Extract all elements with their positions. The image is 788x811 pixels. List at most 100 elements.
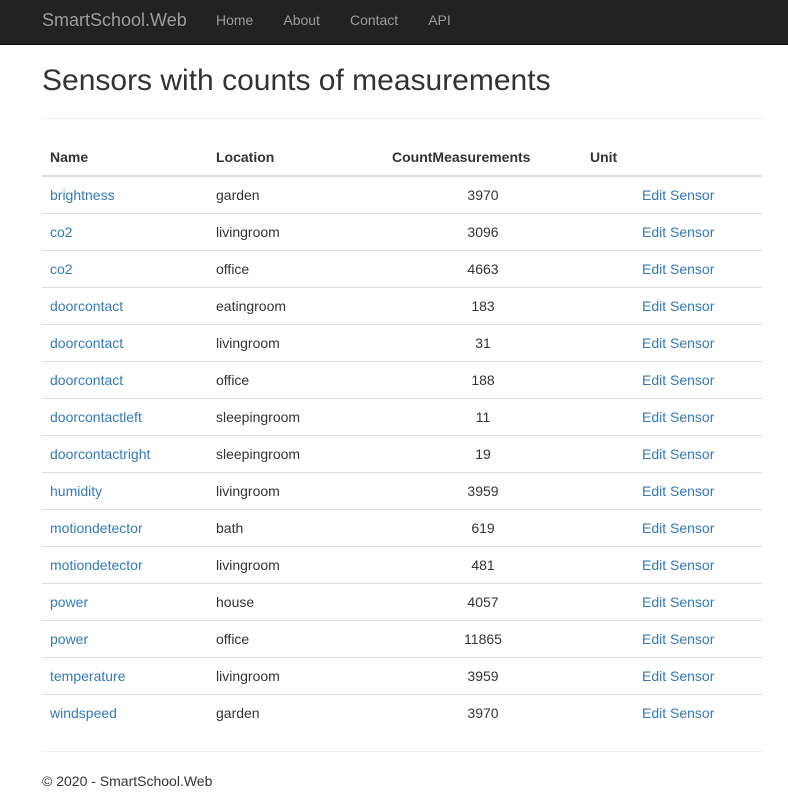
sensor-name-link[interactable]: power: [50, 631, 88, 647]
sensor-name-link[interactable]: motiondetector: [50, 557, 143, 573]
table-body: brightness garden 3970 Edit Sensor co2 living…: [42, 176, 762, 731]
edit-sensor-link[interactable]: Edit Sensor: [642, 483, 714, 499]
edit-sensor-link[interactable]: Edit Sensor: [642, 631, 714, 647]
table-cell: [582, 508, 634, 546]
edit-sensor-link[interactable]: Edit Sensor: [642, 520, 714, 536]
sensor-location: eatingroom: [216, 297, 287, 314]
nav-home-link[interactable]: Home: [201, 0, 268, 45]
table-cell: sleepingroom: [208, 434, 384, 472]
table-cell: 619: [384, 508, 582, 546]
sensor-name-link[interactable]: power: [50, 594, 88, 610]
nav-contact-link[interactable]: Contact: [335, 0, 413, 45]
edit-sensor-link[interactable]: Edit Sensor: [642, 335, 714, 351]
nav-api-link[interactable]: API: [413, 0, 466, 45]
table-cell: office: [208, 619, 384, 657]
sensor-name-link[interactable]: doorcontactleft: [50, 409, 142, 425]
edit-sensor-link[interactable]: Edit Sensor: [642, 372, 714, 388]
sensor-location: house: [216, 593, 255, 610]
table-cell: office: [208, 360, 384, 398]
edit-sensor-link[interactable]: Edit Sensor: [642, 446, 714, 462]
table-cell: [582, 397, 634, 435]
edit-sensor-link[interactable]: Edit Sensor: [642, 409, 714, 425]
edit-sensor-link[interactable]: Edit Sensor: [642, 224, 714, 240]
table-cell: doorcontact: [42, 323, 208, 361]
table-cell: [582, 249, 634, 287]
sensor-name-link[interactable]: motiondetector: [50, 520, 143, 536]
table-cell: Edit Sensor: [634, 397, 762, 435]
edit-sensor-link[interactable]: Edit Sensor: [642, 705, 714, 721]
edit-sensor-link[interactable]: Edit Sensor: [642, 594, 714, 610]
sensor-name-link[interactable]: brightness: [50, 187, 115, 203]
sensor-name-link[interactable]: doorcontact: [50, 298, 123, 314]
sensor-location: office: [216, 630, 250, 647]
sensor-location: livingroom: [216, 667, 280, 684]
sensor-name-link[interactable]: doorcontact: [50, 372, 123, 388]
table-header-row: Name Location CountMeasurements Unit: [42, 138, 762, 177]
table-cell: [582, 286, 634, 324]
table-cell: garden: [208, 176, 384, 213]
table-cell: co2: [42, 249, 208, 287]
table-cell: co2: [42, 212, 208, 250]
sensor-count: 11: [475, 408, 491, 425]
nav-about-link[interactable]: About: [268, 0, 335, 45]
sensor-name-link[interactable]: temperature: [50, 668, 125, 684]
table-cell: 3096: [384, 212, 582, 250]
sensor-name-link[interactable]: doorcontact: [50, 335, 123, 351]
header-count-measurements: CountMeasurements: [384, 138, 582, 177]
table-cell: sleepingroom: [208, 397, 384, 435]
table-cell: 3959: [384, 656, 582, 694]
edit-sensor-link[interactable]: Edit Sensor: [642, 261, 714, 277]
sensor-location: office: [216, 260, 250, 277]
table-cell: 31: [384, 323, 582, 361]
table-row: doorcontactright sleepingroom 19 Edit Senso…: [42, 434, 762, 472]
sensor-location: office: [216, 371, 250, 388]
sensor-name-link[interactable]: doorcontactright: [50, 446, 150, 462]
table-row: power house 4057 Edit Sensor: [42, 582, 762, 620]
table-cell: motiondetector: [42, 508, 208, 546]
table-cell: doorcontact: [42, 360, 208, 398]
edit-sensor-link[interactable]: Edit Sensor: [642, 668, 714, 684]
table-row: doorcontact office 188 Edit Sensor: [42, 360, 762, 398]
sensor-name-link[interactable]: windspeed: [50, 705, 117, 721]
table-cell: 11865: [384, 619, 582, 657]
table-cell: 4057: [384, 582, 582, 620]
table-cell: doorcontactright: [42, 434, 208, 472]
sensor-name-link[interactable]: humidity: [50, 483, 102, 499]
footer-text: © 2020 - SmartSchool.Web: [42, 773, 213, 789]
header-unit: Unit: [582, 138, 634, 177]
table-cell: humidity: [42, 471, 208, 509]
table-cell: 3970: [384, 176, 582, 213]
table-cell: bath: [208, 508, 384, 546]
sensor-location: bath: [216, 519, 244, 536]
edit-sensor-link[interactable]: Edit Sensor: [642, 187, 714, 203]
table-row: power office 11865 Edit Sensor: [42, 619, 762, 657]
brand-link[interactable]: SmartSchool.Web: [42, 0, 187, 45]
sensor-count: 4057: [467, 593, 499, 610]
sensor-location: livingroom: [216, 223, 280, 240]
table-cell: Edit Sensor: [634, 323, 762, 361]
table-cell: livingroom: [208, 545, 384, 583]
sensor-count: 4663: [467, 260, 499, 277]
table-row: doorcontactleft sleepingroom 11 Edit Sensor: [42, 397, 762, 435]
table-cell: Edit Sensor: [634, 471, 762, 509]
table-cell: [582, 545, 634, 583]
sensor-name-link[interactable]: co2: [50, 261, 73, 277]
table-cell: doorcontactleft: [42, 397, 208, 435]
edit-sensor-link[interactable]: Edit Sensor: [642, 557, 714, 573]
sensor-count: 3970: [467, 704, 499, 721]
table-cell: motiondetector: [42, 545, 208, 583]
table-cell: 19: [384, 434, 582, 472]
table-cell: Edit Sensor: [634, 619, 762, 657]
table-cell: 188: [384, 360, 582, 398]
divider: [42, 118, 762, 119]
sensor-name-link[interactable]: co2: [50, 224, 73, 240]
sensor-count: 3970: [467, 186, 499, 203]
table-cell: livingroom: [208, 212, 384, 250]
sensor-count: 481: [471, 556, 495, 573]
table-cell: livingroom: [208, 471, 384, 509]
edit-sensor-link[interactable]: Edit Sensor: [642, 298, 714, 314]
table-cell: office: [208, 249, 384, 287]
table-row: motiondetector livingroom 481 Edit Sensor: [42, 545, 762, 583]
table-cell: 3959: [384, 471, 582, 509]
table-cell: Edit Sensor: [634, 434, 762, 472]
